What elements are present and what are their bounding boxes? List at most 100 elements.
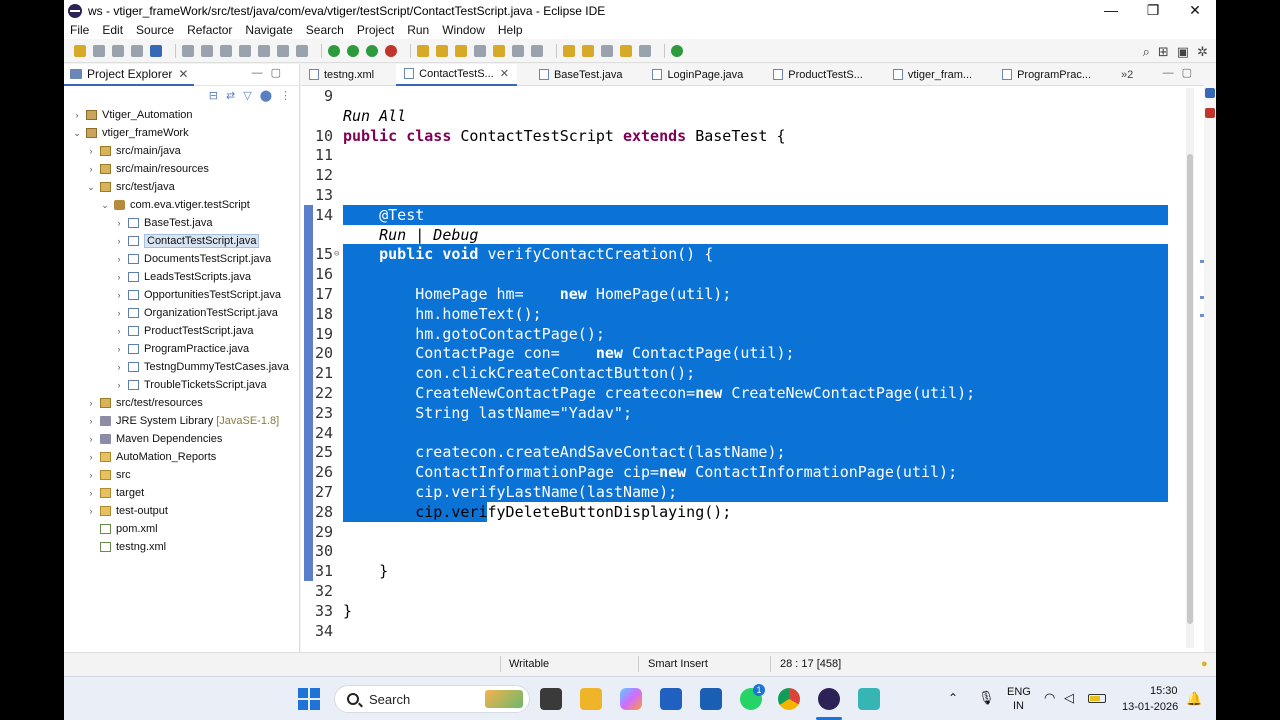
chevron-right-icon[interactable]: › [114,290,124,300]
chevron-down-icon[interactable]: ⌄ [86,182,96,193]
pin-editor-icon[interactable] [671,44,683,57]
link-editor-icon[interactable]: ⇄ [226,89,235,102]
tree-item[interactable]: › src/main/java [64,142,299,160]
chevron-right-icon[interactable]: › [86,452,96,462]
notification-bell-icon[interactable]: 🔔 [1186,691,1202,707]
filter-icon[interactable]: ▽ [243,89,251,102]
collapse-all-icon[interactable]: ⊟ [209,89,218,102]
eclipse-taskbar-icon[interactable] [818,688,840,710]
chrome-icon[interactable] [778,688,800,710]
chevron-right-icon[interactable]: › [86,434,96,444]
chevron-down-icon[interactable]: ⌄ [100,200,110,211]
battery-icon[interactable] [1088,694,1106,703]
chevron-down-icon[interactable]: ⌄ [72,128,82,139]
fold-icon[interactable]: ⊖ [334,244,339,264]
step-return-icon[interactable] [296,44,308,57]
tree-item[interactable]: ⌄ vtiger_frameWork [64,124,299,142]
region-indicator[interactable]: IN [1013,700,1024,712]
search-icon[interactable]: ⌕ [1143,44,1150,60]
tree-item[interactable]: › Vtiger_Automation [64,106,299,124]
chevron-right-icon[interactable]: › [114,326,124,336]
status-cursor-position[interactable]: 28 : 17 [458] [780,658,841,670]
forward-icon[interactable] [639,44,651,57]
editor-tab[interactable]: ProgramPrac... [994,64,1099,86]
chevron-right-icon[interactable]: › [86,164,96,174]
lightbulb-icon[interactable]: ● [1201,658,1208,670]
search-tool-icon[interactable] [474,44,486,57]
tree-item[interactable]: › Maven Dependencies [64,430,299,448]
clock-date[interactable]: 13-01-2026 [1122,701,1178,713]
terminate-icon[interactable] [239,44,251,57]
prev-annotation-icon[interactable] [582,44,594,57]
tree-item[interactable]: › src/test/resources [64,394,299,412]
tree-item[interactable]: ⌄ src/test/java [64,178,299,196]
editor-tab[interactable]: testng.xml [301,64,382,86]
tree-item[interactable]: › TestngDummyTestCases.java [64,358,299,376]
step-into-icon[interactable] [258,44,270,57]
windows-start-icon[interactable] [298,688,320,710]
menu-navigate[interactable]: Navigate [245,23,292,37]
tree-item[interactable]: › test-output [64,502,299,520]
debug-perspective-icon[interactable]: ✲ [1197,44,1208,60]
close-icon[interactable]: ✕ [178,67,188,81]
microphone-icon[interactable]: 🎙 [978,690,995,706]
chevron-right-icon[interactable]: › [86,470,96,480]
file-explorer-icon[interactable] [580,688,602,710]
menu-window[interactable]: Window [442,23,485,37]
suspend-icon[interactable] [220,44,232,57]
tree-item[interactable]: › BaseTest.java [64,214,299,232]
coverage-icon[interactable] [366,44,378,57]
maximize-button[interactable]: ❐ [1132,0,1174,21]
screen-recorder-icon[interactable] [858,688,880,710]
editor-tab[interactable]: ContactTestS... ✕ [396,63,517,86]
tree-item[interactable]: › JRE System Library [JavaSE-1.8] [64,412,299,430]
terminal-icon[interactable] [150,44,162,57]
last-edit-icon[interactable] [601,44,613,57]
clock-time[interactable]: 15:30 [1150,685,1178,697]
tray-overflow-icon[interactable]: ⌃ [948,691,958,705]
volume-icon[interactable]: ◁ [1064,690,1074,706]
editor-tab[interactable]: vtiger_fram... [885,64,980,86]
code-lens-text[interactable]: Run All [343,106,406,126]
minimize-button[interactable]: — [1090,0,1132,21]
copilot-icon[interactable] [620,688,642,710]
chevron-right-icon[interactable]: › [114,236,124,246]
editor-minimize-maximize-icon[interactable]: —▢ [1163,66,1200,79]
wifi-icon[interactable]: ◠ [1044,690,1055,706]
minimize-maximize-icon[interactable]: —▢ [252,66,289,79]
external-tools-icon[interactable] [385,44,397,57]
chevron-right-icon[interactable]: › [86,416,96,426]
chevron-right-icon[interactable]: › [86,398,96,408]
task-view-icon[interactable] [540,688,562,710]
menu-source[interactable]: Source [136,23,174,37]
task-list-icon[interactable] [1205,108,1215,118]
chevron-right-icon[interactable]: › [114,308,124,318]
code-lens[interactable]: Run All [301,106,1204,126]
editor-tab[interactable]: LoginPage.java [644,64,751,86]
focus-icon[interactable]: ⬤ [260,89,272,102]
editor-tab[interactable]: BaseTest.java [531,64,630,86]
code-editor[interactable]: 9 Run All 10 public class ContactTestScript… [301,86,1204,642]
more-tabs-button[interactable]: »2 [1113,64,1141,86]
new-icon[interactable] [74,44,86,57]
chevron-right-icon[interactable]: › [86,146,96,156]
code-lens-text[interactable]: Run | Debug [343,225,478,245]
tree-item[interactable]: › LeadsTestScripts.java [64,268,299,286]
tree-item[interactable]: › OrganizationTestScript.java [64,304,299,322]
close-button[interactable]: ✕ [1174,0,1216,21]
store-icon[interactable] [660,688,682,710]
tree-item[interactable]: ⌄ com.eva.vtiger.testScript [64,196,299,214]
next-annotation-icon[interactable] [563,44,575,57]
chevron-right-icon[interactable]: › [114,362,124,372]
new-package-icon[interactable] [417,44,429,57]
chevron-right-icon[interactable]: › [114,344,124,354]
vertical-scrollbar[interactable] [1186,88,1194,648]
language-indicator[interactable]: ENG [1007,686,1031,698]
new-class-icon[interactable] [436,44,448,57]
menu-file[interactable]: File [70,23,89,37]
menu-refactor[interactable]: Refactor [187,23,232,37]
tree-item[interactable]: › ProductTestScript.java [64,322,299,340]
save-all-icon[interactable] [112,44,124,57]
chevron-right-icon[interactable]: › [86,506,96,516]
highlight-icon[interactable] [493,44,505,57]
